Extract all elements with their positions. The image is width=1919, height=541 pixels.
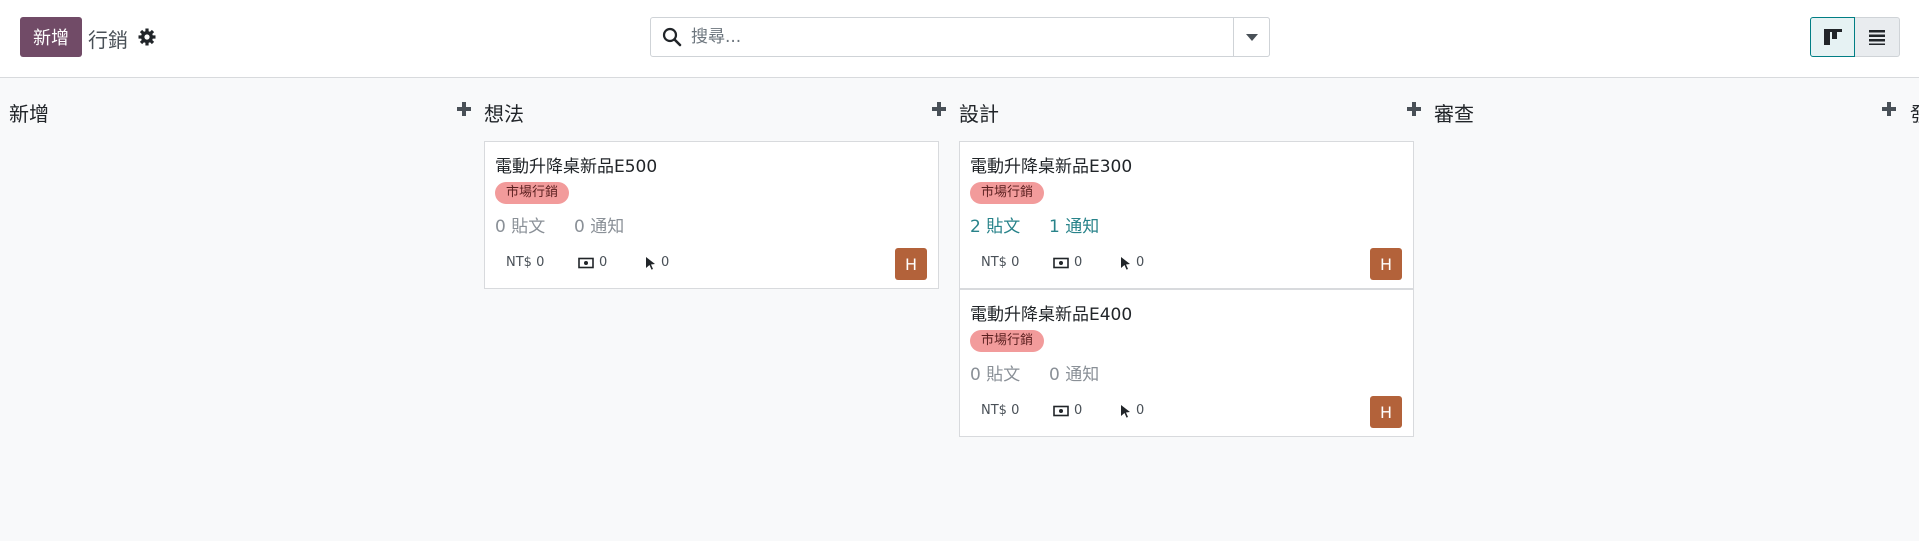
search-bar [650, 17, 1270, 57]
gear-icon[interactable] [137, 27, 157, 47]
expense-value: 0 [1074, 255, 1083, 270]
search-input[interactable] [691, 24, 1251, 50]
clicks-value: 0 [661, 255, 670, 270]
cursor-icon [1121, 404, 1130, 418]
column-title: 審查 [1434, 102, 1474, 126]
list-icon [1869, 30, 1885, 45]
revenue-value: NT$ 0 [981, 255, 1020, 270]
card-title: 電動升降桌新品E400 [970, 305, 1133, 325]
search-icon [662, 27, 682, 47]
avatar[interactable]: H [895, 248, 927, 280]
avatar[interactable]: H [1370, 396, 1402, 428]
add-icon[interactable] [455, 100, 473, 118]
breadcrumb: 行銷 [88, 28, 128, 52]
kanban-column: 想法 電動升降桌新品E500 市場行銷 0 貼文 0 通知 NT$ 0 0 0 … [475, 78, 950, 541]
posts-count[interactable]: 0 貼文 [970, 360, 1020, 385]
card-title: 電動升降桌新品E500 [495, 157, 658, 177]
clicks-value: 0 [1136, 255, 1145, 270]
search-options-toggle[interactable] [1233, 17, 1270, 57]
expense-value: 0 [1074, 403, 1083, 418]
notices-count[interactable]: 0 通知 [574, 212, 624, 237]
cursor-icon [1121, 256, 1130, 270]
avatar[interactable]: H [1370, 248, 1402, 280]
tag-badge: 市場行銷 [970, 330, 1045, 352]
clicks-metric: 0 [645, 255, 669, 270]
add-icon[interactable] [1405, 100, 1423, 118]
expense-metric: 0 [1053, 255, 1082, 270]
cursor-icon [646, 256, 655, 270]
new-button[interactable]: 新增 [20, 17, 82, 57]
kanban-column: 審查 [1425, 78, 1900, 541]
add-icon[interactable] [930, 100, 948, 118]
kanban-icon [1823, 29, 1842, 45]
chevron-down-icon [1245, 33, 1258, 41]
kanban-card[interactable]: 電動升降桌新品E500 市場行銷 0 貼文 0 通知 NT$ 0 0 0 H [484, 141, 939, 289]
column-title: 設計 [959, 102, 999, 126]
money-icon [1053, 405, 1069, 416]
list-view-button[interactable] [1855, 17, 1900, 57]
revenue-value: NT$ 0 [506, 255, 545, 270]
clicks-metric: 0 [1120, 403, 1144, 418]
card-title: 電動升降桌新品E300 [970, 157, 1133, 177]
notices-count[interactable]: 0 通知 [1049, 360, 1099, 385]
expense-metric: 0 [578, 255, 607, 270]
kanban-card[interactable]: 電動升降桌新品E300 市場行銷 2 貼文 1 通知 NT$ 0 0 0 H [959, 141, 1414, 289]
control-panel: 新增 行銷 [0, 0, 1919, 78]
kanban-board: 新增 想法 電動升降桌新品E500 市場行銷 0 貼文 0 通知 NT$ 0 0… [0, 78, 1919, 541]
column-title: 發 [1910, 98, 1919, 127]
posts-count[interactable]: 0 貼文 [495, 212, 545, 237]
tag-badge: 市場行銷 [495, 182, 570, 204]
tag-badge: 市場行銷 [970, 182, 1045, 204]
expense-metric: 0 [1053, 403, 1082, 418]
kanban-card[interactable]: 電動升降桌新品E400 市場行銷 0 貼文 0 通知 NT$ 0 0 0 H [959, 289, 1414, 437]
clicks-metric: 0 [1120, 255, 1144, 270]
revenue-value: NT$ 0 [981, 403, 1020, 418]
expense-value: 0 [599, 255, 608, 270]
kanban-column: 新增 [0, 78, 475, 541]
money-icon [1053, 257, 1069, 268]
add-icon[interactable] [1880, 100, 1898, 118]
kanban-column: 設計 電動升降桌新品E300 市場行銷 2 貼文 1 通知 NT$ 0 0 0 … [950, 78, 1425, 541]
kanban-view-button[interactable] [1810, 17, 1855, 57]
notices-count[interactable]: 1 通知 [1049, 212, 1099, 237]
clicks-value: 0 [1136, 403, 1145, 418]
kanban-column: 發 [1900, 78, 1919, 541]
column-title: 新增 [9, 102, 49, 126]
money-icon [578, 257, 594, 268]
view-switcher [1810, 17, 1900, 57]
posts-count[interactable]: 2 貼文 [970, 212, 1020, 237]
column-title: 想法 [484, 102, 524, 126]
